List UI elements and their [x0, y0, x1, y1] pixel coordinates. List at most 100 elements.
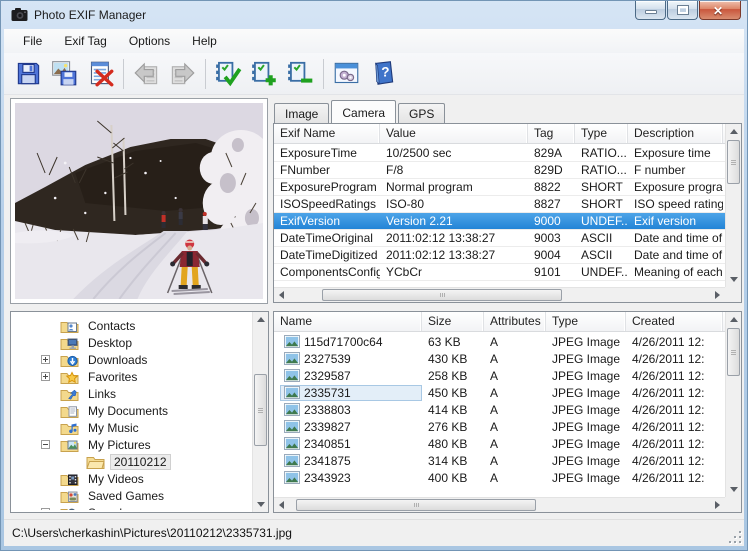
save-image-button[interactable]	[48, 58, 80, 90]
tree-item-downloads[interactable]: Downloads	[11, 351, 252, 368]
file-row[interactable]: 2335731450 KBAJPEG Image4/26/2011 12:	[274, 384, 725, 401]
exif-tag-remove-icon	[287, 60, 314, 87]
file-column-header[interactable]: Attributes	[484, 312, 546, 331]
tree-item-label: Desktop	[84, 335, 136, 351]
scrollbar-thumb[interactable]	[727, 140, 740, 184]
scroll-up-icon[interactable]	[726, 124, 741, 139]
scrollbar-thumb[interactable]	[254, 374, 267, 446]
options-window-button[interactable]	[330, 58, 362, 90]
exif-cell: UNDEF...	[575, 213, 628, 229]
scroll-right-icon[interactable]	[710, 288, 725, 302]
menu-help[interactable]: Help	[181, 31, 228, 51]
resize-grip-icon[interactable]	[728, 530, 741, 543]
scroll-up-icon[interactable]	[726, 312, 741, 327]
jpeg-file-icon	[284, 454, 300, 467]
scrollbar-thumb[interactable]	[296, 499, 536, 511]
exif-cell: 2011:02:12 13:38:27	[380, 247, 528, 263]
scroll-left-icon[interactable]	[274, 288, 289, 302]
tree-item-my-pictures[interactable]: My Pictures	[11, 436, 252, 453]
file-column-header[interactable]: Created	[626, 312, 723, 331]
scroll-down-icon[interactable]	[726, 482, 741, 497]
scrollbar-thumb[interactable]	[727, 328, 740, 376]
exif-cell: ExifVersion	[274, 213, 380, 229]
next-image-button	[166, 58, 198, 90]
remove-exif-tag-button[interactable]	[284, 58, 316, 90]
file-row[interactable]: 2343923400 KBAJPEG Image4/26/2011 12:	[274, 469, 725, 486]
tree-item-saved-games[interactable]: Saved Games	[11, 487, 252, 504]
exif-column-header[interactable]: Exif Name	[274, 124, 380, 143]
scroll-left-icon[interactable]	[274, 498, 289, 512]
file-row[interactable]: 2340851480 KBAJPEG Image4/26/2011 12:	[274, 435, 725, 452]
menu-options[interactable]: Options	[118, 31, 181, 51]
exif-table-row[interactable]: FNumberF/8829DRATIO...F number	[274, 162, 725, 179]
scroll-down-icon[interactable]	[253, 497, 268, 512]
exif-table-row[interactable]: ComponentsConfig...YCbCr9101UNDEF...Mean…	[274, 264, 725, 281]
file-row[interactable]: 2329587258 KBAJPEG Image4/26/2011 12:	[274, 367, 725, 384]
exif-table-row[interactable]: DateTimeOriginal2011:02:12 13:38:279003A…	[274, 230, 725, 247]
close-button[interactable]: ✕	[699, 1, 741, 20]
close-icon: ✕	[713, 4, 723, 18]
exif-table-row[interactable]: DateTimeDigitized2011:02:12 13:38:279004…	[274, 247, 725, 264]
scroll-up-icon[interactable]	[253, 312, 268, 327]
exif-table-row[interactable]: ExifVersionVersion 2.219000UNDEF...Exif …	[274, 213, 725, 230]
previous-image-icon	[133, 60, 160, 87]
file-cell: 480 KB	[422, 437, 484, 451]
file-row[interactable]: 115d71700c6463 KBAJPEG Image4/26/2011 12…	[274, 333, 725, 350]
expand-icon[interactable]	[41, 372, 50, 381]
file-row[interactable]: 2339827276 KBAJPEG Image4/26/2011 12:	[274, 418, 725, 435]
tab-image[interactable]: Image	[274, 103, 329, 123]
exif-cell: ComponentsConfig...	[274, 264, 380, 280]
tree-item-contacts[interactable]: Contacts	[11, 317, 252, 334]
exif-column-header[interactable]: Description	[628, 124, 723, 143]
exif-vertical-scrollbar[interactable]	[725, 124, 741, 287]
videos-folder-icon	[60, 472, 79, 486]
tree-item-my-documents[interactable]: My Documents	[11, 402, 252, 419]
collapse-icon[interactable]	[41, 440, 50, 449]
tree-item-searches[interactable]: Searches	[11, 504, 252, 510]
exif-column-header[interactable]: Type	[575, 124, 628, 143]
exif-table-row[interactable]: ISOSpeedRatingsISO-808827SHORTISO speed …	[274, 196, 725, 213]
minimize-button[interactable]	[635, 1, 666, 20]
scroll-down-icon[interactable]	[726, 272, 741, 287]
scroll-right-icon[interactable]	[710, 498, 725, 512]
file-column-header[interactable]: Name	[274, 312, 422, 331]
tree-vertical-scrollbar[interactable]	[252, 312, 268, 512]
maximize-button[interactable]	[667, 1, 698, 20]
expand-icon[interactable]	[41, 508, 50, 510]
tree-item-20110212[interactable]: 20110212	[11, 453, 252, 470]
tab-camera[interactable]: Camera	[331, 100, 396, 123]
exif-horizontal-scrollbar[interactable]	[274, 287, 725, 302]
exif-table-row[interactable]: ExposureProgramNormal program8822SHORTEx…	[274, 179, 725, 196]
searches-folder-icon	[60, 506, 79, 511]
title-bar[interactable]: Photo EXIF Manager ✕	[1, 1, 747, 29]
scrollbar-thumb[interactable]	[322, 289, 562, 301]
music-folder-icon	[60, 421, 79, 435]
help-button[interactable]: ?	[366, 58, 398, 90]
validate-exif-tags-button[interactable]	[212, 58, 244, 90]
save-exif-button[interactable]	[12, 58, 44, 90]
menu-exif-tag[interactable]: Exif Tag	[53, 31, 117, 51]
tab-gps[interactable]: GPS	[398, 103, 445, 123]
files-vertical-scrollbar[interactable]	[725, 312, 741, 497]
tree-item-my-videos[interactable]: My Videos	[11, 470, 252, 487]
tree-item-favorites[interactable]: Favorites	[11, 368, 252, 385]
file-row[interactable]: 2341875314 KBAJPEG Image4/26/2011 12:	[274, 452, 725, 469]
exif-table-row[interactable]: ExposureTime10/2500 sec829ARATIO...Expos…	[274, 145, 725, 162]
file-row[interactable]: 2338803414 KBAJPEG Image4/26/2011 12:	[274, 401, 725, 418]
tree-item-desktop[interactable]: Desktop	[11, 334, 252, 351]
file-column-header[interactable]: Type	[546, 312, 626, 331]
file-name-cell: 2341875	[274, 453, 422, 469]
file-row[interactable]: 2327539430 KBAJPEG Image4/26/2011 12:	[274, 350, 725, 367]
favorites-folder-icon	[60, 370, 79, 384]
files-horizontal-scrollbar[interactable]	[274, 497, 725, 512]
expand-icon[interactable]	[41, 355, 50, 364]
file-cell: A	[484, 386, 546, 400]
tree-item-my-music[interactable]: My Music	[11, 419, 252, 436]
menu-file[interactable]: File	[12, 31, 53, 51]
add-exif-tag-button[interactable]	[248, 58, 280, 90]
file-column-header[interactable]: Size	[422, 312, 484, 331]
delete-exif-button[interactable]	[84, 58, 116, 90]
exif-column-header[interactable]: Tag	[528, 124, 575, 143]
exif-column-header[interactable]: Value	[380, 124, 528, 143]
tree-item-links[interactable]: Links	[11, 385, 252, 402]
